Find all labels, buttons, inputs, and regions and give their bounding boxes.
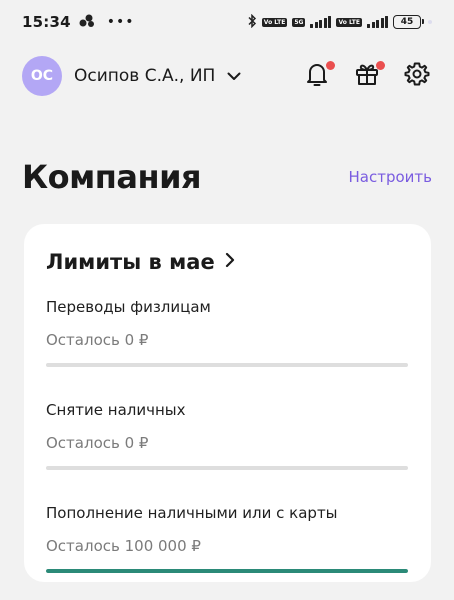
limits-card-header[interactable]: Лимиты в мае [46,250,409,274]
limit-name: Переводы физлицам [46,298,211,316]
limit-progress-bar [46,569,408,573]
limit-remaining: Осталось 0 ₽ [46,331,149,349]
signal-icon [310,16,332,28]
configure-link[interactable]: Настроить [349,168,432,186]
5g-badge: 5G [292,17,306,27]
volte-badge-2: Vo LTE [336,17,362,27]
limit-name: Пополнение наличными или с карты [46,504,338,522]
limits-card-title: Лимиты в мае [46,250,215,274]
gifts-button[interactable] [352,61,385,91]
limits-card: Лимиты в мае Переводы физлицам Осталось … [24,224,431,582]
signal-icon-2 [367,16,388,28]
avatar-initials: ОС [30,68,54,84]
gift-badge [376,61,385,70]
battery-icon: 45 [393,15,424,29]
limit-name: Снятие наличных [46,401,186,419]
notifications-button[interactable] [302,61,335,91]
page-title: Компания [22,158,202,196]
avatar[interactable]: ОС [22,56,62,96]
status-bar: 15:34 ••• Vo LTE 5G Vo LTE 45 [0,0,454,44]
settings-button[interactable] [402,61,432,91]
title-row: Компания Настроить [22,158,432,196]
chevron-down-icon[interactable] [227,72,241,81]
indicator-dot [428,20,432,24]
notification-badge [326,61,335,70]
app-notification-icon [79,13,95,32]
limit-item[interactable]: Переводы физлицам Осталось 0 ₽ [46,298,409,367]
account-name[interactable]: Осипов С.А., ИП [74,66,215,86]
limit-remaining: Осталось 100 000 ₽ [46,537,201,555]
limit-remaining: Осталось 0 ₽ [46,434,149,452]
app-header: ОС Осипов С.А., ИП [22,54,432,98]
limit-progress-fill [46,569,408,573]
volte-badge: Vo LTE [261,17,288,27]
chevron-right-icon [225,252,235,272]
limit-progress-bar [46,466,408,470]
limit-item[interactable]: Пополнение наличными или с карты Осталос… [46,504,409,573]
bluetooth-icon [247,13,257,32]
more-notifications-icon: ••• [106,14,135,30]
limit-item[interactable]: Снятие наличных Осталось 0 ₽ [46,401,409,470]
gear-icon [404,61,430,91]
battery-level: 45 [400,17,414,27]
limit-progress-bar [46,363,408,367]
status-time: 15:34 [22,13,71,31]
